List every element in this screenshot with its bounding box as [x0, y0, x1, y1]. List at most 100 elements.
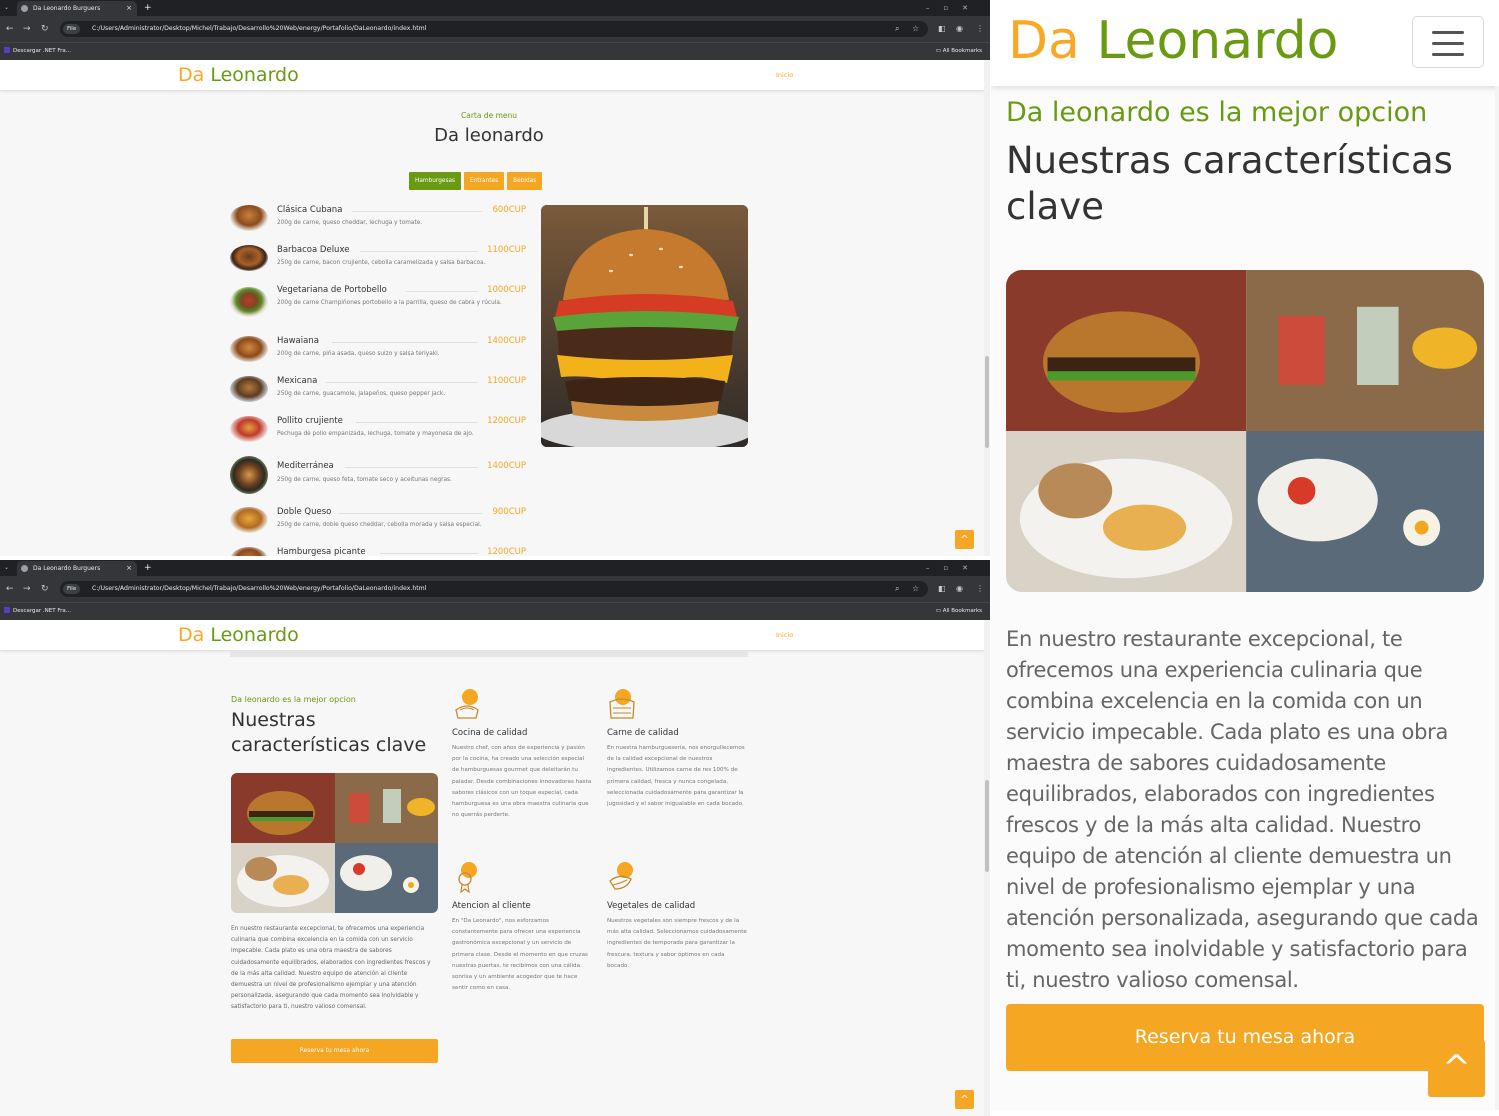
site-logo[interactable]: Da Leonardo: [178, 623, 299, 647]
mobile-header: Da Leonardo: [991, 0, 1499, 86]
bookmark-icon: [4, 607, 10, 613]
all-bookmarks[interactable]: ▭ All Bookmarks: [936, 43, 982, 59]
burger-thumbnail: [230, 376, 268, 402]
bookmark-star-icon[interactable]: ☆: [912, 576, 919, 602]
item-leader: [380, 553, 478, 554]
profile-icon[interactable]: ◉: [956, 16, 963, 42]
window-controls[interactable]: –▫✕: [926, 560, 982, 576]
browser-window-menu: ⌄ Da Leonardo Burguers × + –▫✕ ← → ↻ Fil…: [0, 0, 990, 556]
feature-title: Vegetales de calidad: [607, 901, 696, 911]
file-badge: File: [63, 584, 81, 594]
reserve-button[interactable]: Reserva tu mesa ahora: [231, 1039, 438, 1063]
hamburger-menu-icon[interactable]: [1412, 16, 1484, 68]
new-tab-button[interactable]: +: [144, 560, 152, 576]
tab-hamburgesas[interactable]: Hamburgesas: [409, 172, 462, 190]
burger-thumbnail: [230, 245, 268, 271]
tab-search-icon[interactable]: ⌄: [4, 0, 9, 16]
tab-close-icon[interactable]: ×: [126, 561, 132, 576]
burger-thumbnail: [230, 416, 268, 442]
item-leader: [332, 342, 478, 343]
scrollbar-thumb[interactable]: [985, 780, 989, 872]
tab-entrantes[interactable]: Entrantes: [464, 172, 505, 190]
item-description: 200g de carne, piña asada, queso suizo y…: [277, 351, 440, 357]
browser-tab[interactable]: Da Leonardo Burguers ×: [17, 1, 137, 16]
tab-close-icon[interactable]: ×: [126, 1, 132, 16]
item-name: Pollito crujiente: [277, 416, 343, 426]
scroll-top-button[interactable]: ^: [955, 1090, 974, 1109]
item-leader: [356, 422, 478, 423]
customer-service-icon: [458, 862, 477, 893]
vegetables-icon: [609, 862, 633, 890]
new-tab-button[interactable]: +: [144, 0, 152, 16]
tab-title: Da Leonardo Burguers: [33, 5, 101, 12]
menu-subtitle: Carta de menu: [460, 111, 518, 120]
url-field[interactable]: File C:/Users/Administrator/Desktop/Mich…: [60, 581, 928, 597]
mobile-scrollbar[interactable]: [1495, 86, 1499, 1110]
food-collage-image: [231, 773, 438, 913]
url-text: C:/Users/Administrator/Desktop/Michel/Tr…: [92, 25, 427, 32]
nav-link-inicio[interactable]: Inicio: [776, 71, 793, 79]
scroll-top-button[interactable]: ^: [955, 530, 974, 549]
reload-icon[interactable]: ↻: [41, 16, 49, 42]
item-price: 1400CUP: [487, 461, 526, 471]
bookmark-icon: [4, 47, 10, 53]
sidepanel-icon[interactable]: ◧: [938, 576, 946, 602]
item-leader: [406, 291, 478, 292]
mobile-scroll-top-button[interactable]: ^: [1428, 1040, 1485, 1097]
profile-icon[interactable]: ◉: [956, 576, 963, 602]
section-divider: [230, 651, 748, 657]
menu-kebab-icon[interactable]: ⋮: [976, 16, 984, 42]
scrollbar-thumb[interactable]: [985, 356, 989, 448]
feature-text: En "Da Leonardo", nos esforzamos constan…: [452, 918, 588, 992]
mobile-features-paragraph: En nuestro restaurante excepcional, te o…: [1006, 627, 1479, 992]
site-header: Da Leonardo Inicio: [0, 620, 984, 651]
item-description: 250g de carne, bacon crujiente, cebolla …: [277, 260, 486, 266]
menu-tabs: Hamburgesas Entrantes Bebidas: [409, 172, 545, 190]
mobile-reserve-button[interactable]: Reserva tu mesa ahora: [1006, 1004, 1484, 1071]
item-leader: [338, 513, 482, 514]
folder-icon: ▭: [935, 48, 943, 54]
item-description: 250g de carne, queso feta, tomate seco y…: [277, 477, 452, 483]
featured-burger-image: [541, 205, 748, 447]
mobile-logo[interactable]: Da Leonardo: [1008, 8, 1338, 74]
tab-bebidas[interactable]: Bebidas: [507, 172, 543, 190]
sidepanel-icon[interactable]: ◧: [938, 16, 946, 42]
tab-search-icon[interactable]: ⌄: [4, 560, 9, 576]
url-field[interactable]: File C:/Users/Administrator/Desktop/Mich…: [60, 21, 928, 37]
nav-link-inicio[interactable]: Inicio: [776, 631, 793, 639]
zoom-icon[interactable]: ⌕: [895, 16, 899, 42]
feature-title: Atencion al cliente: [452, 901, 531, 911]
item-description: 200g de carne Champiñones portobello a l…: [277, 300, 502, 306]
window-controls[interactable]: –▫✕: [926, 0, 982, 16]
item-leader: [326, 382, 478, 383]
item-price: 1000CUP: [487, 285, 526, 295]
browser-tab[interactable]: Da Leonardo Burguers ×: [17, 561, 137, 576]
reload-icon[interactable]: ↻: [41, 576, 49, 602]
zoom-icon[interactable]: ⌕: [895, 576, 899, 602]
bookmark-star-icon[interactable]: ☆: [912, 16, 919, 42]
back-icon[interactable]: ←: [6, 576, 14, 602]
all-bookmarks[interactable]: ▭ All Bookmarks: [936, 603, 982, 619]
scrollbar[interactable]: [984, 60, 990, 556]
bookmark-item[interactable]: Descargar .NET Fra...: [4, 43, 71, 59]
mobile-view: Da Leonardo Da leonardo es la mejor opci…: [991, 0, 1499, 1110]
forward-icon[interactable]: →: [23, 576, 31, 602]
item-price: 1100CUP: [487, 245, 526, 255]
item-price: 1400CUP: [487, 336, 526, 346]
feature-title: Carne de calidad: [607, 728, 679, 738]
features-paragraph: En nuestro restaurante excepcional, te o…: [231, 926, 431, 1011]
item-price: 1100CUP: [487, 376, 526, 386]
forward-icon[interactable]: →: [23, 16, 31, 42]
address-bar-row: ← → ↻ File C:/Users/Administrator/Deskto…: [0, 16, 990, 42]
item-description: 250g de carne, doble queso cheddar, cebo…: [277, 522, 482, 528]
chef-quality-icon: [455, 689, 479, 719]
menu-kebab-icon[interactable]: ⋮: [976, 576, 984, 602]
site-logo[interactable]: Da Leonardo: [178, 63, 299, 87]
scrollbar[interactable]: [984, 620, 990, 1116]
feature-text: Nuestros vegetales son siempre frescos y…: [607, 918, 747, 969]
back-icon[interactable]: ←: [6, 16, 14, 42]
burger-thumbnail: [230, 547, 268, 556]
bookmark-item[interactable]: Descargar .NET Fra...: [4, 603, 71, 619]
item-name: Vegetariana de Portobello: [277, 285, 387, 295]
site-header: Da Leonardo Inicio: [0, 60, 984, 91]
